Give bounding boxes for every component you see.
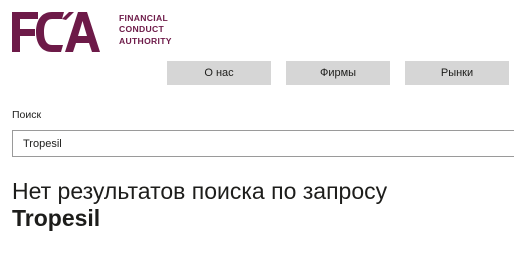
logo-line-3: AUTHORITY bbox=[119, 35, 172, 46]
results-heading: Нет результатов поиска по запросу Tropes… bbox=[12, 178, 512, 232]
logo-wordmark: FINANCIAL CONDUCT AUTHORITY bbox=[119, 13, 172, 47]
search-input[interactable] bbox=[12, 130, 514, 157]
results-heading-text: Нет результатов поиска по запросу bbox=[12, 178, 388, 204]
logo-line-1: FINANCIAL bbox=[119, 13, 169, 23]
fca-logo-mark bbox=[12, 12, 100, 52]
search-label: Поиск bbox=[12, 109, 42, 121]
nav-firms-button[interactable]: Фирмы bbox=[286, 61, 390, 85]
main-nav: О нас Фирмы Рынки bbox=[0, 61, 514, 85]
nav-markets-button[interactable]: Рынки bbox=[405, 61, 509, 85]
logo-line-2: CONDUCT bbox=[119, 24, 165, 35]
page: FINANCIAL CONDUCT AUTHORITY О нас Фирмы … bbox=[0, 0, 514, 260]
nav-about-button[interactable]: О нас bbox=[167, 61, 271, 85]
search-term: Tropesil bbox=[12, 205, 101, 231]
fca-logo[interactable]: FINANCIAL CONDUCT AUTHORITY bbox=[12, 10, 192, 56]
